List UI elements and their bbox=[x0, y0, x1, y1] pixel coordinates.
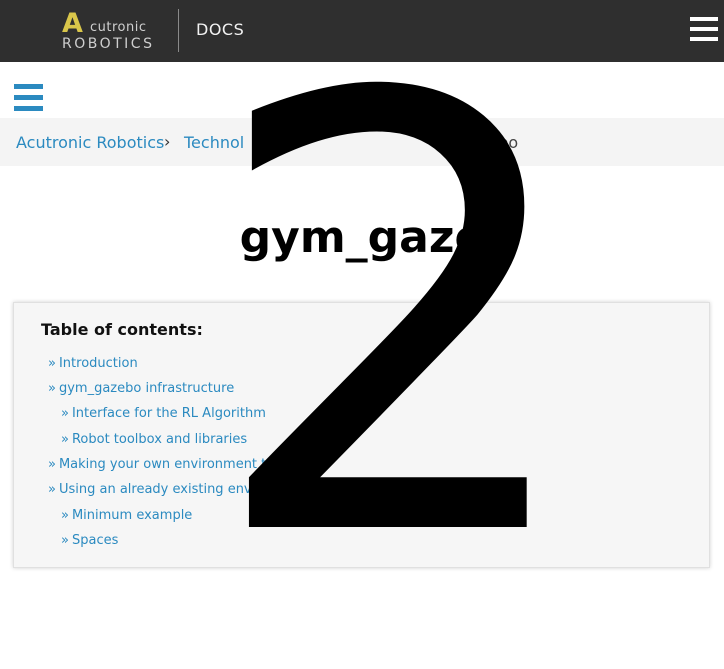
docs-link[interactable]: DOCS bbox=[196, 20, 244, 40]
toc-item-label: Minimum example bbox=[71, 508, 193, 523]
breadcrumb-item-technology[interactable]: Technol bbox=[184, 134, 244, 152]
toc-item-rl-interface[interactable]: » Interface for the RL Algorithm bbox=[61, 406, 266, 422]
raquo-icon: » bbox=[61, 432, 69, 447]
logo-letter: A bbox=[62, 8, 83, 39]
page-title: gym_gaze bbox=[239, 212, 485, 263]
raquo-icon: » bbox=[61, 508, 69, 523]
toc-item-label: Robot toolbox and libraries bbox=[71, 432, 248, 447]
toc-item-spaces[interactable]: » Spaces bbox=[61, 533, 118, 549]
chevron-right-icon: › bbox=[164, 132, 171, 151]
toc-item-existing-environment[interactable]: » Using an already existing environm bbox=[48, 482, 289, 498]
toc-item-label: Using an already existing environm bbox=[58, 482, 290, 497]
toc-item-robot-toolbox[interactable]: » Robot toolbox and libraries bbox=[61, 432, 247, 448]
toc-item-label: Making your own environment trainin bbox=[58, 457, 304, 472]
header-divider bbox=[178, 9, 179, 52]
toc-item-existing-environment-tail[interactable]: gazebo bbox=[332, 482, 379, 498]
logo-text-top: cutronic bbox=[90, 20, 147, 35]
toc-item-minimum-example[interactable]: » Minimum example bbox=[61, 508, 192, 524]
toc-item-own-environment[interactable]: » Making your own environment trainin bbox=[48, 457, 303, 473]
raquo-icon: » bbox=[48, 381, 56, 396]
top-navbar: A cutronic ROBOTICS DOCS bbox=[0, 0, 724, 62]
toc-item-label: Introduction bbox=[58, 356, 138, 371]
toc-item-label: gym_gazebo infrastructure bbox=[58, 381, 235, 396]
sidebar-toggle-icon[interactable] bbox=[14, 84, 43, 111]
hamburger-menu-icon[interactable] bbox=[690, 17, 718, 41]
breadcrumb-item-home[interactable]: Acutronic Robotics bbox=[16, 134, 164, 152]
breadcrumb-item-current: _gazebo bbox=[452, 133, 519, 152]
toc-item-label: Spaces bbox=[71, 533, 119, 548]
acutronic-robotics-logo[interactable]: A cutronic ROBOTICS bbox=[62, 8, 162, 53]
toc-item-introduction[interactable]: » Introduction bbox=[48, 356, 138, 372]
raquo-icon: » bbox=[48, 457, 56, 472]
logo-text-bottom: ROBOTICS bbox=[62, 36, 155, 52]
raquo-icon: » bbox=[48, 356, 56, 371]
raquo-icon: » bbox=[61, 533, 69, 548]
toc-heading: Table of contents: bbox=[41, 320, 203, 339]
toc-item-gym-gazebo-infrastructure[interactable]: » gym_gazebo infrastructure bbox=[48, 381, 234, 397]
raquo-icon: » bbox=[61, 406, 69, 421]
raquo-icon: » bbox=[48, 482, 56, 497]
toc-item-label: Interface for the RL Algorithm bbox=[71, 406, 266, 421]
